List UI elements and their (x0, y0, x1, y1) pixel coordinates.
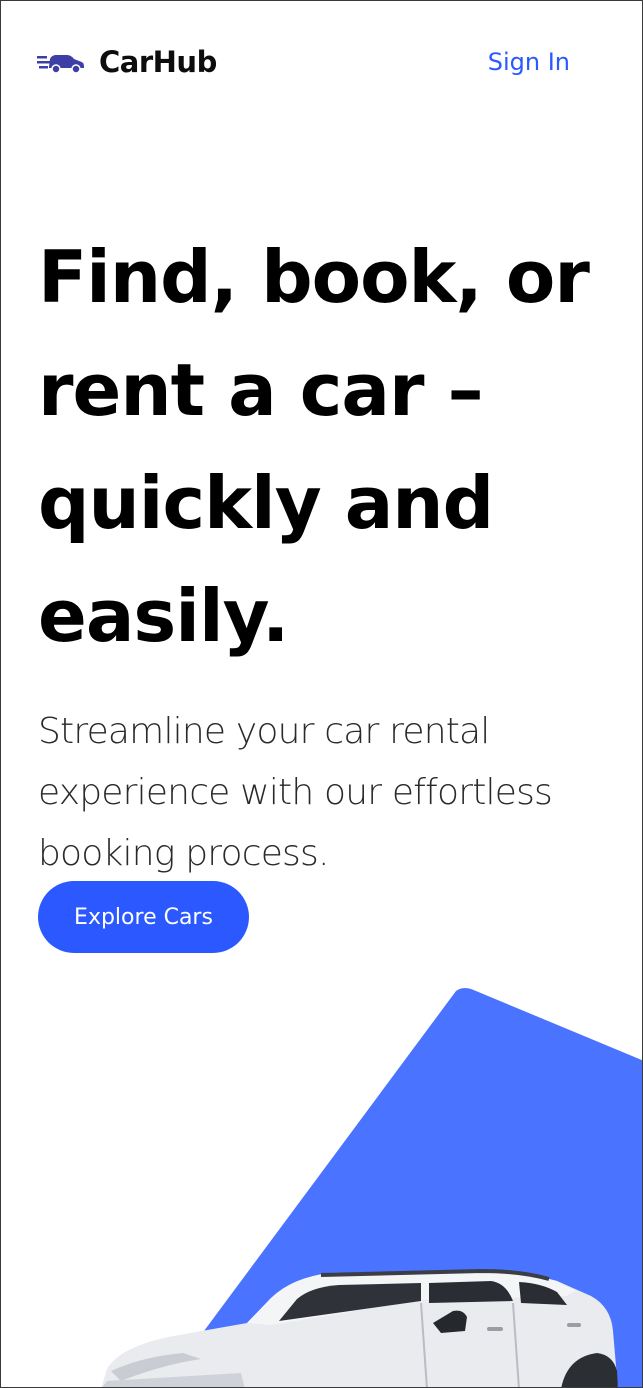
hero-car-illustration (101, 988, 642, 1387)
car-speed-icon (37, 55, 84, 74)
sign-in-link[interactable]: Sign In (488, 48, 570, 76)
brand-name: CarHub (99, 45, 217, 79)
page-frame: CarHub Sign In Find, book, or rent a car… (0, 0, 643, 1388)
brand-logo[interactable]: CarHub (37, 45, 217, 79)
explore-cars-button[interactable]: Explore Cars (38, 881, 249, 953)
hero-title: Find, book, or rent a car – quickly and … (38, 235, 590, 658)
car-image (101, 1268, 618, 1387)
hero-subtitle: Streamline your car rental experience wi… (38, 711, 553, 874)
